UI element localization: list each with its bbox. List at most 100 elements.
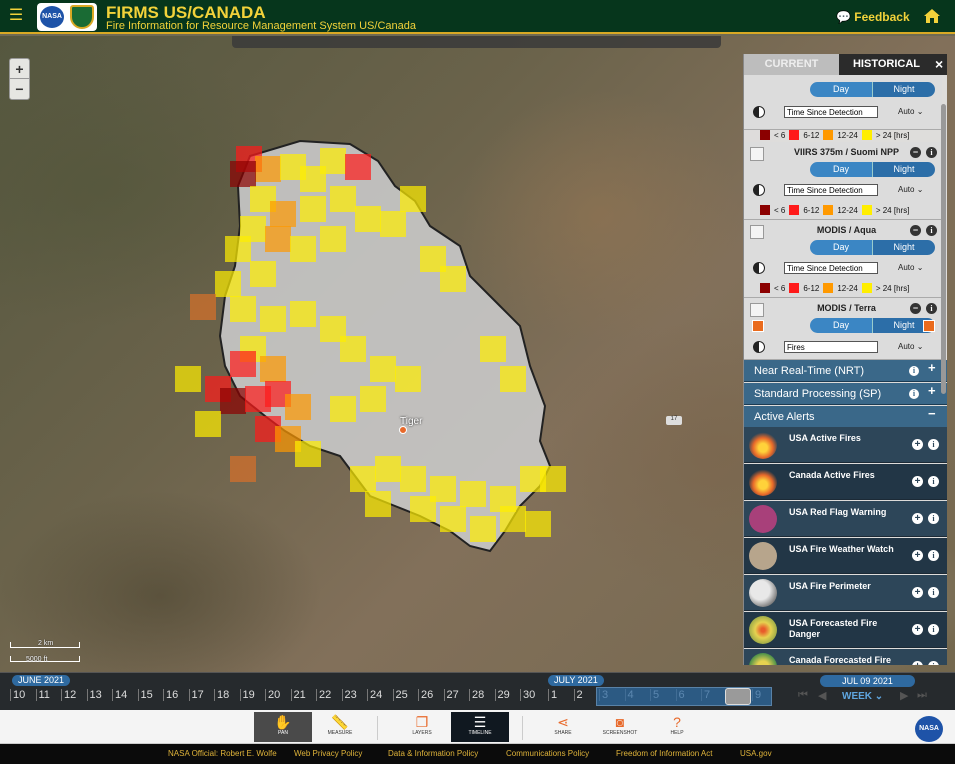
- day-night-toggle[interactable]: Day Night: [810, 82, 935, 97]
- alert-usa-active-fires[interactable]: USA Active Fires + i: [744, 427, 947, 463]
- alert-fire-weather-watch[interactable]: USA Fire Weather Watch + i: [744, 538, 947, 574]
- fire-hotspot[interactable]: [395, 366, 421, 392]
- fire-hotspot[interactable]: [230, 456, 256, 482]
- timeline-day[interactable]: 10: [10, 689, 35, 701]
- fire-hotspot[interactable]: [285, 394, 311, 420]
- fire-hotspot[interactable]: [320, 148, 346, 174]
- footer-usagov-link[interactable]: USA.gov: [740, 749, 772, 758]
- timeline-day[interactable]: 21: [290, 689, 316, 701]
- info-icon[interactable]: i: [928, 513, 939, 524]
- footer-data-policy-link[interactable]: Data & Information Policy: [388, 749, 478, 758]
- fire-hotspot[interactable]: [360, 386, 386, 412]
- pan-tool[interactable]: ✋ PAN: [254, 712, 312, 742]
- timeline-day[interactable]: 15: [137, 689, 163, 701]
- fire-hotspot[interactable]: [460, 481, 486, 507]
- screenshot-tool[interactable]: ◙ SCREENSHOT: [591, 712, 649, 742]
- info-icon[interactable]: i: [926, 147, 937, 158]
- plus-icon[interactable]: +: [912, 624, 923, 635]
- timeline-day[interactable]: 16: [163, 689, 188, 701]
- night-button[interactable]: Night: [872, 240, 935, 255]
- minus-icon[interactable]: −: [928, 406, 936, 421]
- last-icon[interactable]: ⏭: [917, 689, 927, 702]
- day-button[interactable]: Day: [810, 162, 872, 177]
- fire-hotspot[interactable]: [215, 271, 241, 297]
- plus-icon[interactable]: +: [912, 439, 923, 450]
- plus-icon[interactable]: +: [928, 383, 936, 398]
- timeline-handle[interactable]: [725, 688, 751, 705]
- info-icon[interactable]: i: [909, 389, 919, 399]
- section-active-alerts[interactable]: Active Alerts −: [744, 406, 947, 428]
- fire-hotspot[interactable]: [225, 236, 251, 262]
- fire-hotspot[interactable]: [500, 506, 526, 532]
- day-night-toggle[interactable]: Day Night: [810, 162, 935, 177]
- auto-select[interactable]: Auto ⌄: [898, 342, 923, 351]
- timeline-day[interactable]: 19: [239, 689, 265, 701]
- fire-hotspot[interactable]: [230, 161, 256, 187]
- timeline-day[interactable]: 11: [35, 689, 61, 701]
- timeline-day[interactable]: 1: [548, 689, 573, 701]
- fire-hotspot[interactable]: [400, 466, 426, 492]
- fire-hotspot[interactable]: [365, 491, 391, 517]
- day-button[interactable]: Day: [810, 240, 872, 255]
- night-button[interactable]: Night: [872, 82, 935, 97]
- prev-icon[interactable]: ◀: [818, 689, 826, 702]
- timeline-day[interactable]: 17: [188, 689, 214, 701]
- timeline-day[interactable]: 30: [520, 689, 545, 701]
- section-sp[interactable]: Standard Processing (SP) i +: [744, 383, 947, 405]
- alert-forecasted-danger[interactable]: USA Forecasted Fire Danger + i: [744, 612, 947, 648]
- timeline-day[interactable]: 28: [469, 689, 494, 701]
- home-icon[interactable]: [923, 8, 941, 24]
- plus-icon[interactable]: +: [912, 476, 923, 487]
- fire-hotspot[interactable]: [470, 516, 496, 542]
- fire-hotspot[interactable]: [440, 266, 466, 292]
- day-button[interactable]: Day: [810, 318, 872, 333]
- layers-tool[interactable]: ❐ LAYERS: [393, 712, 451, 742]
- plus-icon[interactable]: +: [928, 360, 936, 375]
- interval-select[interactable]: WEEK ⌄: [842, 691, 883, 702]
- fire-hotspot[interactable]: [440, 506, 466, 532]
- fire-hotspot[interactable]: [540, 466, 566, 492]
- timeline-day[interactable]: 13: [86, 689, 112, 701]
- auto-select[interactable]: Auto ⌄: [898, 263, 923, 272]
- layer-checkbox[interactable]: [750, 225, 764, 239]
- footer-foia-link[interactable]: Freedom of Information Act: [616, 749, 713, 758]
- fire-hotspot[interactable]: [355, 206, 381, 232]
- info-icon[interactable]: i: [926, 303, 937, 314]
- fire-hotspot[interactable]: [230, 296, 256, 322]
- next-icon[interactable]: ▶: [900, 689, 908, 702]
- minus-icon[interactable]: −: [910, 303, 921, 314]
- timeline-day[interactable]: 14: [112, 689, 137, 701]
- symbology-select[interactable]: Time Since Detection: [784, 184, 878, 196]
- fire-hotspot[interactable]: [195, 411, 221, 437]
- first-icon[interactable]: ⏮: [798, 689, 808, 702]
- symbology-select[interactable]: Time Since Detection: [784, 262, 878, 274]
- plus-icon[interactable]: +: [912, 661, 923, 665]
- fire-hotspot[interactable]: [345, 154, 371, 180]
- alert-fire-perimeter[interactable]: USA Fire Perimeter + i: [744, 575, 947, 611]
- timeline-day[interactable]: 26: [418, 689, 443, 701]
- fire-hotspot[interactable]: [260, 306, 286, 332]
- fire-hotspot[interactable]: [525, 511, 551, 537]
- timeline-day[interactable]: 23: [341, 689, 367, 701]
- fire-hotspot[interactable]: [330, 186, 356, 212]
- footer-communications-link[interactable]: Communications Policy: [506, 749, 589, 758]
- current-date[interactable]: JUL 09 2021: [820, 675, 915, 687]
- timeline-day[interactable]: 12: [61, 689, 86, 701]
- timeline-day[interactable]: 29: [494, 689, 520, 701]
- agency-logos[interactable]: NASA: [37, 3, 97, 31]
- alert-canada-forecasted[interactable]: Canada Forecasted Fire + i: [744, 649, 947, 665]
- feedback-link[interactable]: 💬 Feedback: [836, 10, 910, 24]
- auto-select[interactable]: Auto ⌄: [898, 107, 923, 116]
- info-icon[interactable]: i: [909, 366, 919, 376]
- timeline-day[interactable]: 24: [367, 689, 392, 701]
- fire-hotspot[interactable]: [350, 466, 376, 492]
- share-tool[interactable]: ⋖ SHARE: [534, 712, 592, 742]
- fire-hotspot[interactable]: [480, 336, 506, 362]
- minus-icon[interactable]: −: [910, 225, 921, 236]
- contrast-icon[interactable]: [753, 106, 765, 118]
- timeline-day[interactable]: 18: [214, 689, 239, 701]
- timeline[interactable]: JUNE 2021 JULY 2021 10 11 12 13 14 15 16 17 18 19…: [0, 672, 955, 710]
- section-nrt[interactable]: Near Real-Time (NRT) i +: [744, 360, 947, 382]
- fire-hotspot[interactable]: [290, 236, 316, 262]
- footer-privacy-link[interactable]: Web Privacy Policy: [294, 749, 362, 758]
